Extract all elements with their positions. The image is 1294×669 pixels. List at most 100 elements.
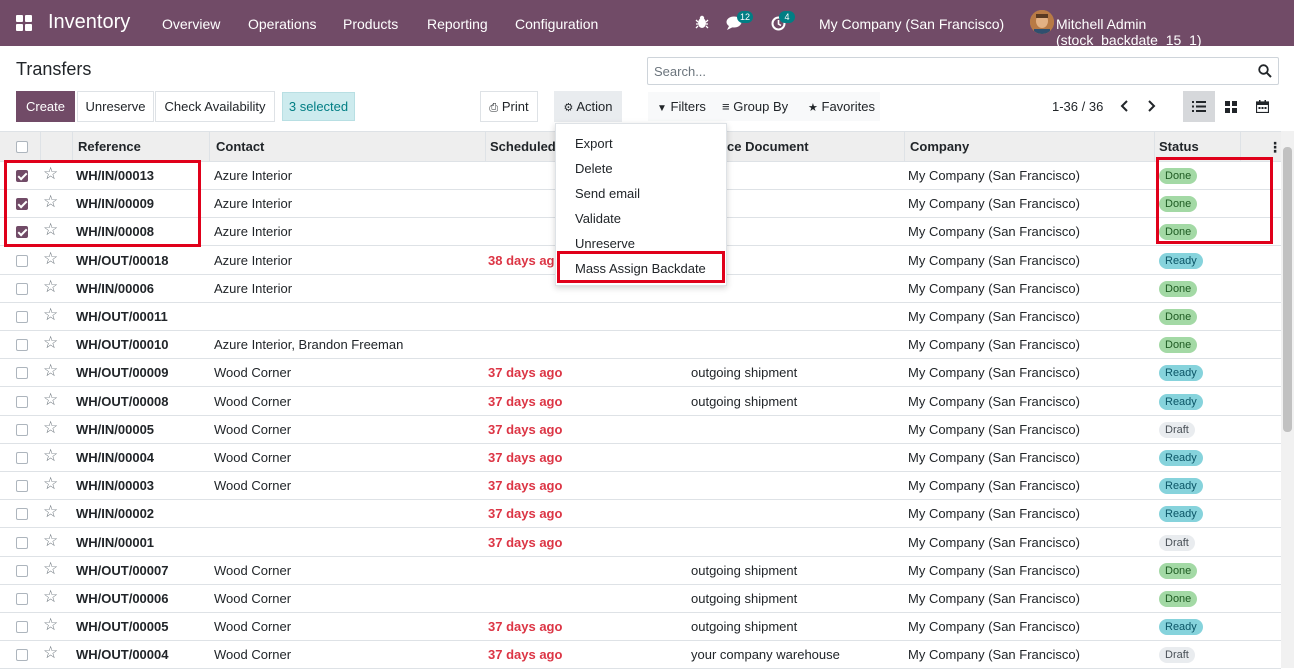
menu-products[interactable]: Products [343,16,398,32]
table-row[interactable]: ☆ WH/OUT/00005 Wood Corner 37 days ago outgo… [0,613,1281,642]
row-company: My Company (San Francisco) [908,591,1080,606]
priority-star-icon[interactable]: ☆ [43,334,58,351]
scrollbar-thumb[interactable] [1283,147,1292,432]
column-status[interactable]: Status [1159,139,1199,154]
priority-star-icon[interactable]: ☆ [43,616,58,633]
action-export[interactable]: Export [575,136,613,151]
table-row[interactable]: ☆ WH/IN/00005 Wood Corner 37 days ago My Com… [0,416,1281,444]
optional-columns-icon[interactable]: ⋮ [1268,139,1282,156]
action-button[interactable]: ⚙ Action [554,91,622,122]
action-unreserve[interactable]: Unreserve [575,236,635,251]
priority-star-icon[interactable]: ☆ [43,447,58,464]
row-checkbox[interactable] [16,593,28,605]
column-reference[interactable]: Reference [78,139,141,154]
priority-star-icon[interactable]: ☆ [43,475,58,492]
column-scheduled-date[interactable]: Scheduled [490,139,556,154]
print-button[interactable]: ⎙ Print [480,91,538,122]
column-contact[interactable]: Contact [216,139,264,154]
priority-star-icon[interactable]: ☆ [43,278,58,295]
calendar-view-button[interactable] [1247,91,1279,122]
filters-label: Filters [670,99,706,114]
user-menu[interactable]: Mitchell Admin (stock_backdate_15_1) [1056,16,1294,48]
action-validate[interactable]: Validate [575,211,621,226]
priority-star-icon[interactable]: ☆ [43,644,58,661]
bug-icon[interactable] [695,15,709,29]
row-checkbox[interactable] [16,536,28,549]
row-checkbox[interactable] [16,649,28,662]
priority-star-icon[interactable]: ☆ [43,588,58,605]
menu-overview[interactable]: Overview [162,16,220,32]
table-row[interactable]: ☆ WH/OUT/00007 Wood Corner outgoing shipmen… [0,557,1281,585]
company-switcher[interactable]: My Company (San Francisco) [819,16,1004,32]
row-checkbox[interactable] [16,480,28,493]
pager-next-icon[interactable] [1147,99,1157,113]
row-reference: WH/OUT/00004 [76,647,169,663]
table-row[interactable]: ☆ WH/OUT/00006 Wood Corner outgoing shipmen… [0,585,1281,613]
priority-star-icon[interactable]: ☆ [43,391,58,408]
table-row[interactable]: ☆ WH/OUT/00004 Wood Corner 37 days ago your … [0,641,1281,669]
row-reference: WH/OUT/00018 [76,252,169,268]
priority-star-icon[interactable]: ☆ [43,532,58,549]
table-row[interactable]: ☆ WH/OUT/00011 My Company (San Francisco) D… [0,303,1281,331]
group-by-toggle[interactable]: ≡ Group By [722,92,788,121]
row-scheduled-date: 37 days ago [488,393,563,409]
row-checkbox[interactable] [16,311,28,323]
row-checkbox[interactable] [16,452,28,464]
search-icon[interactable] [1258,64,1272,78]
row-checkbox[interactable] [16,423,28,436]
create-button[interactable]: Create [16,91,75,122]
search-input[interactable]: Search... [647,57,1279,85]
select-all-checkbox[interactable] [16,141,28,153]
pager-value[interactable]: 1-36 / 36 [1052,99,1103,114]
menu-operations[interactable]: Operations [248,16,316,32]
table-row[interactable]: ☆ WH/OUT/00009 Wood Corner 37 days ago outgo… [0,359,1281,388]
table-row[interactable]: ☆ WH/OUT/00008 Wood Corner 37 days ago outgo… [0,388,1281,416]
row-checkbox[interactable] [16,282,28,295]
bars-icon: ≡ [722,99,730,114]
app-title[interactable]: Inventory [48,11,130,34]
row-checkbox[interactable] [16,395,28,408]
menu-reporting[interactable]: Reporting [427,16,488,32]
row-reference: WH/IN/00006 [76,280,155,296]
row-checkbox[interactable] [16,621,28,634]
apps-menu-icon[interactable] [16,15,32,31]
column-company[interactable]: Company [910,139,969,154]
list-scrollbar[interactable] [1281,131,1294,668]
favorites-toggle[interactable]: ★ Favorites [808,92,875,121]
user-avatar[interactable] [1030,10,1054,34]
row-checkbox[interactable] [16,564,28,577]
row-company: My Company (San Francisco) [908,224,1080,240]
row-company: My Company (San Francisco) [908,478,1080,494]
check-availability-button[interactable]: Check Availability [155,91,275,122]
row-source-document: outgoing shipment [691,562,798,578]
priority-star-icon[interactable]: ☆ [43,419,58,436]
priority-star-icon[interactable]: ☆ [43,250,58,267]
pager-previous-icon[interactable] [1119,99,1129,113]
selected-count-badge[interactable]: 3 selected [282,92,355,121]
menu-configuration[interactable]: Configuration [515,16,598,32]
column-source-document[interactable]: ce Document [727,139,809,154]
unreserve-button[interactable]: Unreserve [77,91,154,122]
table-row[interactable]: ☆ WH/IN/00002 37 days ago My Company (San F… [0,500,1281,529]
row-checkbox[interactable] [16,508,28,521]
row-reference: WH/IN/00001 [76,534,155,550]
priority-star-icon[interactable]: ☆ [43,560,58,577]
row-contact: Azure Interior [214,168,293,183]
action-send-email[interactable]: Send email [575,186,640,201]
action-delete[interactable]: Delete [575,161,613,176]
table-row[interactable]: ☆ WH/IN/00001 37 days ago My Company (San F… [0,529,1281,557]
activities-count-badge: 4 [779,11,795,23]
row-checkbox[interactable] [16,367,28,380]
table-row[interactable]: ☆ WH/IN/00003 Wood Corner 37 days ago My Com… [0,472,1281,501]
priority-star-icon[interactable]: ☆ [43,306,58,323]
row-checkbox[interactable] [16,339,28,352]
table-row[interactable]: ☆ WH/OUT/00010 Azure Interior, Brandon Fre… [0,331,1281,360]
table-row[interactable]: ☆ WH/IN/00004 Wood Corner 37 days ago My Com… [0,444,1281,472]
list-view-button[interactable] [1183,91,1215,122]
row-checkbox[interactable] [16,254,28,267]
filters-toggle[interactable]: ▼ Filters [657,92,706,121]
status-badge: Ready [1159,506,1203,523]
priority-star-icon[interactable]: ☆ [43,362,58,379]
kanban-view-button[interactable] [1215,91,1247,122]
priority-star-icon[interactable]: ☆ [43,503,58,520]
